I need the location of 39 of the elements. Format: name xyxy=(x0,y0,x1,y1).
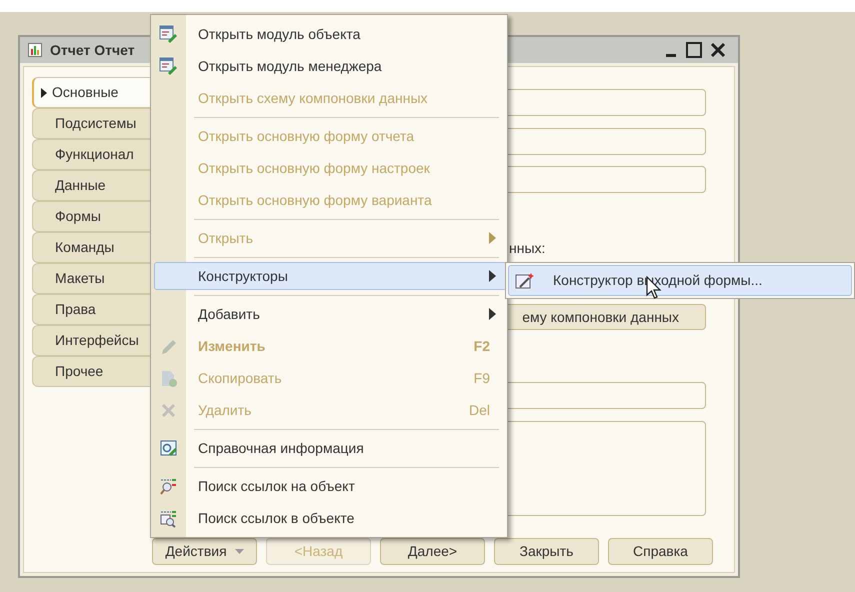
sidebar-tab[interactable]: Команды xyxy=(32,232,152,263)
menu-item[interactable]: Справочная информация xyxy=(186,434,507,462)
sidebar-tab[interactable]: Макеты xyxy=(32,263,152,294)
sidebar-tab[interactable]: Интерфейсы xyxy=(32,325,152,356)
menu-item[interactable]: Поиск ссылок в объекте xyxy=(186,504,507,532)
copy-icon xyxy=(159,368,178,388)
search-icon xyxy=(159,508,178,528)
maximize-button[interactable] xyxy=(686,42,702,58)
module-icon xyxy=(159,24,178,44)
triangle-icon xyxy=(40,88,48,98)
dialog-button[interactable]: Далее> xyxy=(380,538,485,565)
submenu-arrow-icon xyxy=(489,232,496,244)
sidebar-tab[interactable]: Права xyxy=(32,294,152,325)
submenu-arrow-icon xyxy=(489,270,496,282)
dialog-button[interactable]: Закрыть xyxy=(494,538,599,565)
sidebar-tab[interactable]: Основные xyxy=(32,77,152,108)
shortcut-label: F9 xyxy=(474,368,490,388)
sidebar-tab[interactable]: Прочее xyxy=(32,356,152,387)
report-icon xyxy=(28,43,42,57)
magic-wand-icon xyxy=(515,272,535,290)
close-button[interactable] xyxy=(710,42,726,58)
menu-item[interactable]: Открыть модуль менеджера xyxy=(186,52,507,80)
sidebar-tab[interactable]: Формы xyxy=(32,201,152,232)
submenu-arrow-icon xyxy=(489,308,496,320)
sidebar-tab[interactable]: Данные xyxy=(32,170,152,201)
sidebar-tab[interactable]: Подсистемы xyxy=(32,108,152,139)
menu-item[interactable]: Открыть модуль объекта xyxy=(186,20,507,48)
window-title: Отчет Отчет xyxy=(50,40,135,60)
sidebar-tab[interactable]: Функционал xyxy=(32,139,152,170)
actions-dropdown[interactable]: Действия xyxy=(152,538,257,565)
field-label: нных: xyxy=(508,239,546,258)
search-icon xyxy=(159,476,178,496)
shortcut-label: Del xyxy=(468,400,490,420)
module-icon xyxy=(159,56,178,76)
dialog-button[interactable]: Справка xyxy=(608,538,713,565)
caret-icon xyxy=(234,549,244,554)
menu-item[interactable]: Конструкторы xyxy=(154,262,507,290)
menu-item[interactable]: Поиск ссылок на объект xyxy=(186,472,507,500)
shortcut-label: F2 xyxy=(474,336,490,356)
